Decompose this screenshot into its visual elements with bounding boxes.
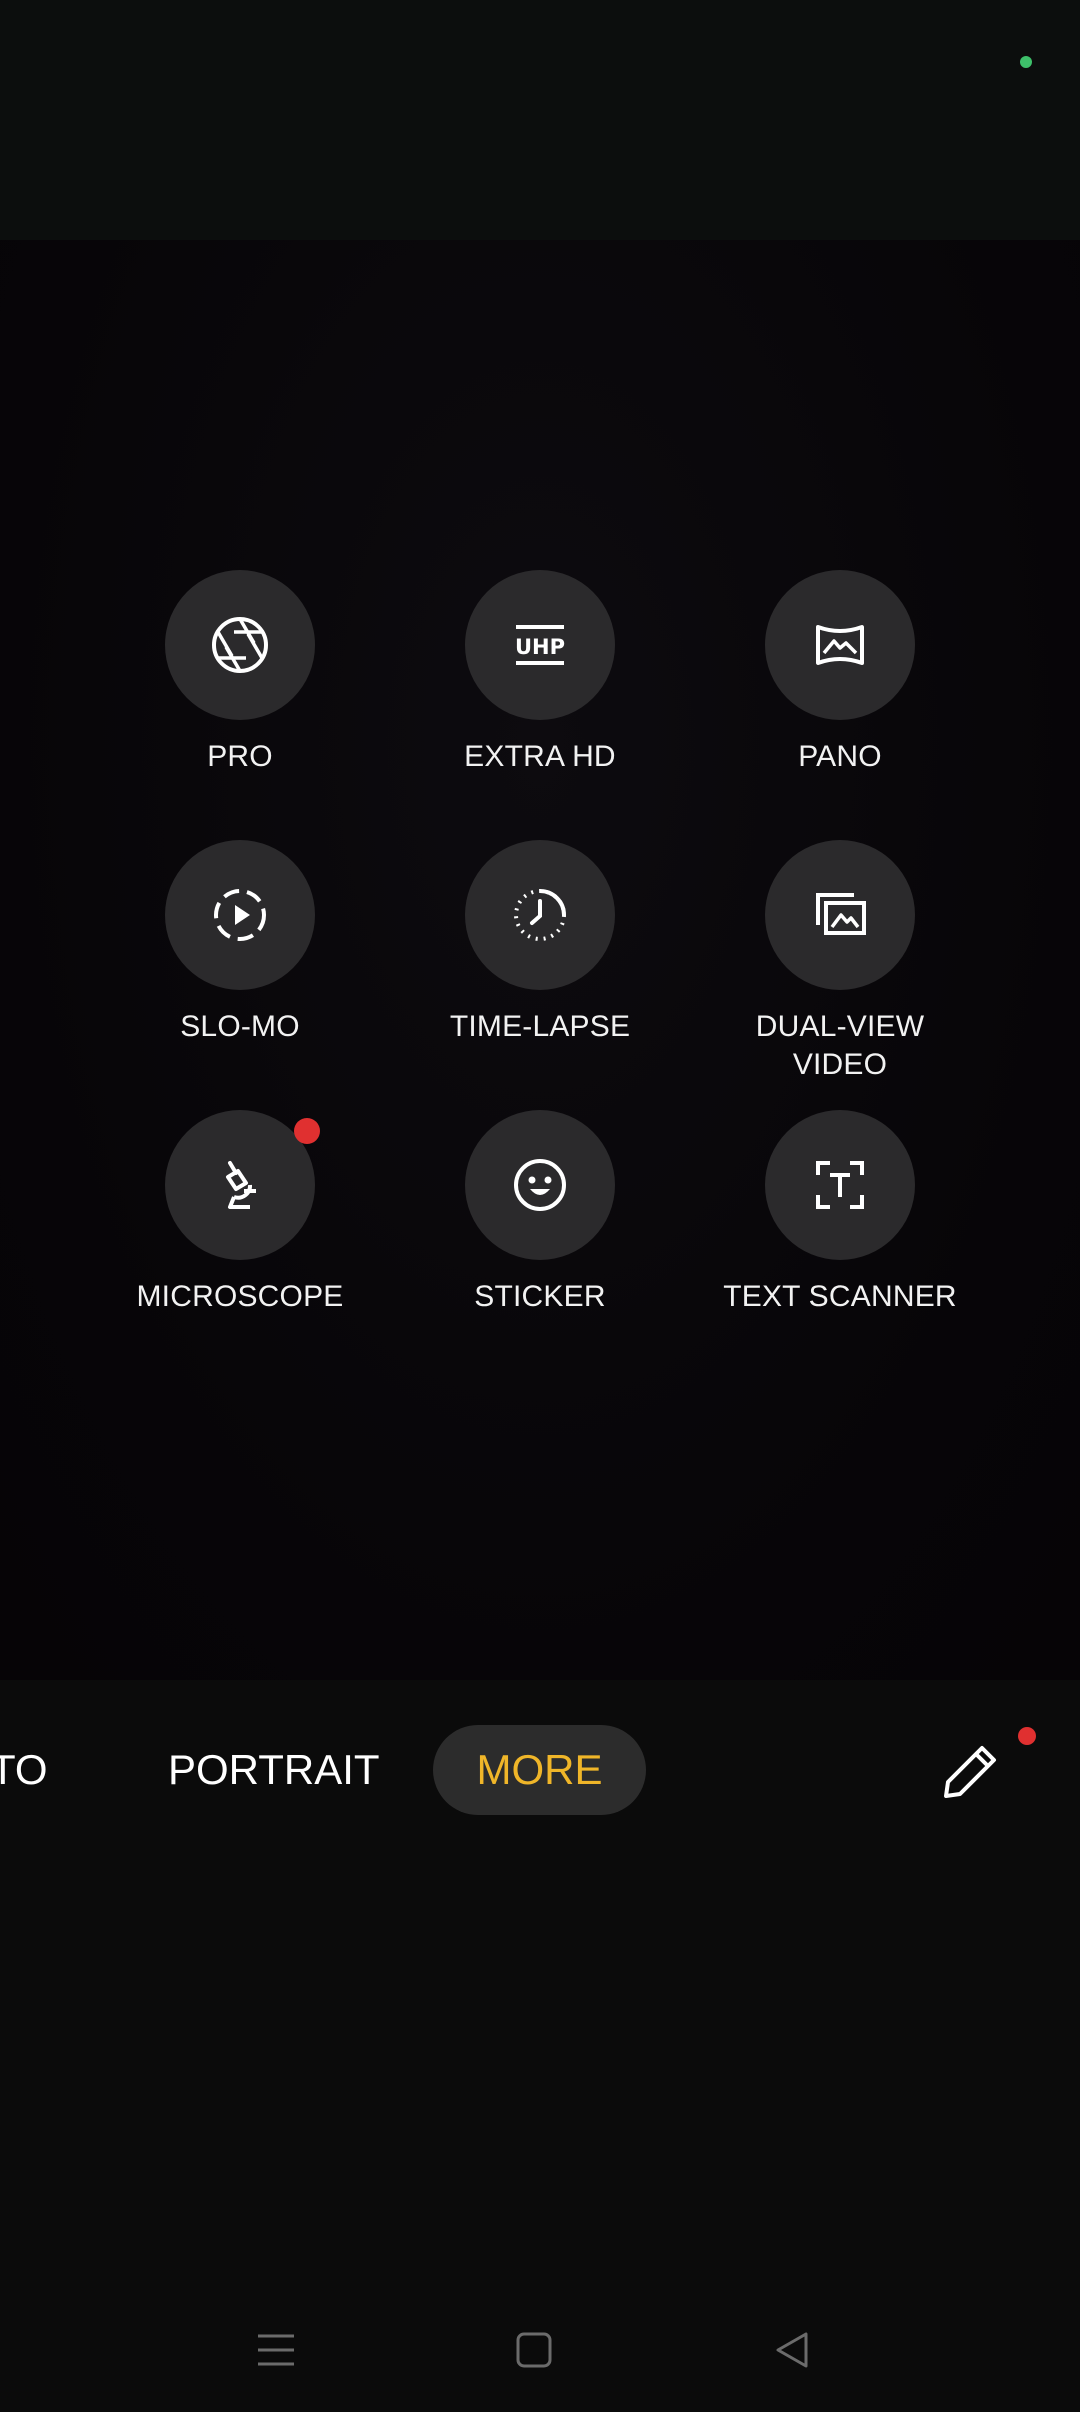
mode-slo-mo-button[interactable]	[165, 840, 315, 990]
mode-sticker-button[interactable]	[465, 1110, 615, 1260]
home-button[interactable]	[504, 2320, 564, 2380]
mode-microscope[interactable]: MICROSCOPE	[90, 1110, 390, 1370]
mode-dual-view-video-button[interactable]	[765, 840, 915, 990]
home-square-icon	[516, 2332, 552, 2368]
panorama-icon	[816, 625, 864, 665]
dual-view-icon	[816, 893, 866, 935]
time-lapse-icon	[514, 889, 566, 941]
camera-viewfinder: PRO UHP EXTRA HD PANO SLO-MO TIME-LAPSE …	[0, 240, 1080, 1680]
mode-microscope-button[interactable]	[165, 1110, 315, 1260]
edit-modes-button[interactable]	[938, 1740, 1002, 1804]
menu-icon	[258, 2334, 294, 2366]
mode-sticker-label: STICKER	[474, 1280, 606, 1313]
back-triangle-icon	[776, 2332, 808, 2368]
mode-dual-view-video-label: DUAL-VIEW VIDEO	[755, 1010, 925, 1081]
pencil-icon	[944, 1746, 996, 1798]
mode-text-scanner-label: TEXT SCANNER	[723, 1280, 957, 1313]
mode-pro-button[interactable]	[165, 570, 315, 720]
edit-notification-badge	[1018, 1727, 1036, 1745]
mode-pro-label: PRO	[207, 740, 273, 773]
svg-text:UHP: UHP	[515, 635, 565, 659]
microscope-icon	[226, 1161, 256, 1209]
privacy-indicator-dot	[1020, 56, 1032, 68]
camera-mode-strip[interactable]: TO PORTRAIT MORE	[0, 1700, 1080, 1840]
mode-extra-hd[interactable]: UHP EXTRA HD	[390, 570, 690, 830]
mode-pano-label: PANO	[798, 740, 882, 773]
back-button[interactable]	[762, 2320, 822, 2380]
mode-slo-mo[interactable]: SLO-MO	[90, 840, 390, 1100]
aperture-icon	[212, 617, 268, 673]
mode-sticker[interactable]: STICKER	[390, 1110, 690, 1370]
new-feature-badge	[294, 1118, 320, 1144]
mode-time-lapse-button[interactable]	[465, 840, 615, 990]
mode-time-lapse[interactable]: TIME-LAPSE	[390, 840, 690, 1100]
mode-time-lapse-label: TIME-LAPSE	[449, 1010, 631, 1043]
mode-text-scanner-button[interactable]	[765, 1110, 915, 1260]
mode-pano[interactable]: PANO	[690, 570, 990, 830]
status-area	[0, 0, 1080, 240]
mode-pano-button[interactable]	[765, 570, 915, 720]
sticker-smiley-icon	[514, 1159, 566, 1211]
recent-apps-button[interactable]	[246, 2320, 306, 2380]
system-navigation-bar	[0, 2300, 1080, 2412]
mode-extra-hd-label: EXTRA HD	[464, 740, 616, 773]
mode-tab-more[interactable]: MORE	[433, 1742, 646, 1798]
mode-pro[interactable]: PRO	[90, 570, 390, 830]
mode-tab-portrait[interactable]: PORTRAIT	[168, 1742, 380, 1798]
mode-microscope-label: MICROSCOPE	[136, 1280, 344, 1313]
uhp-icon: UHP	[515, 625, 565, 665]
mode-dual-view-video[interactable]: DUAL-VIEW VIDEO	[690, 840, 990, 1100]
mode-text-scanner[interactable]: TEXT SCANNER	[690, 1110, 990, 1370]
mode-extra-hd-button[interactable]: UHP	[465, 570, 615, 720]
mode-tab-photo[interactable]: TO	[0, 1742, 48, 1798]
mode-slo-mo-label: SLO-MO	[180, 1010, 300, 1043]
text-scanner-icon	[816, 1161, 864, 1209]
slow-motion-icon	[214, 889, 266, 941]
